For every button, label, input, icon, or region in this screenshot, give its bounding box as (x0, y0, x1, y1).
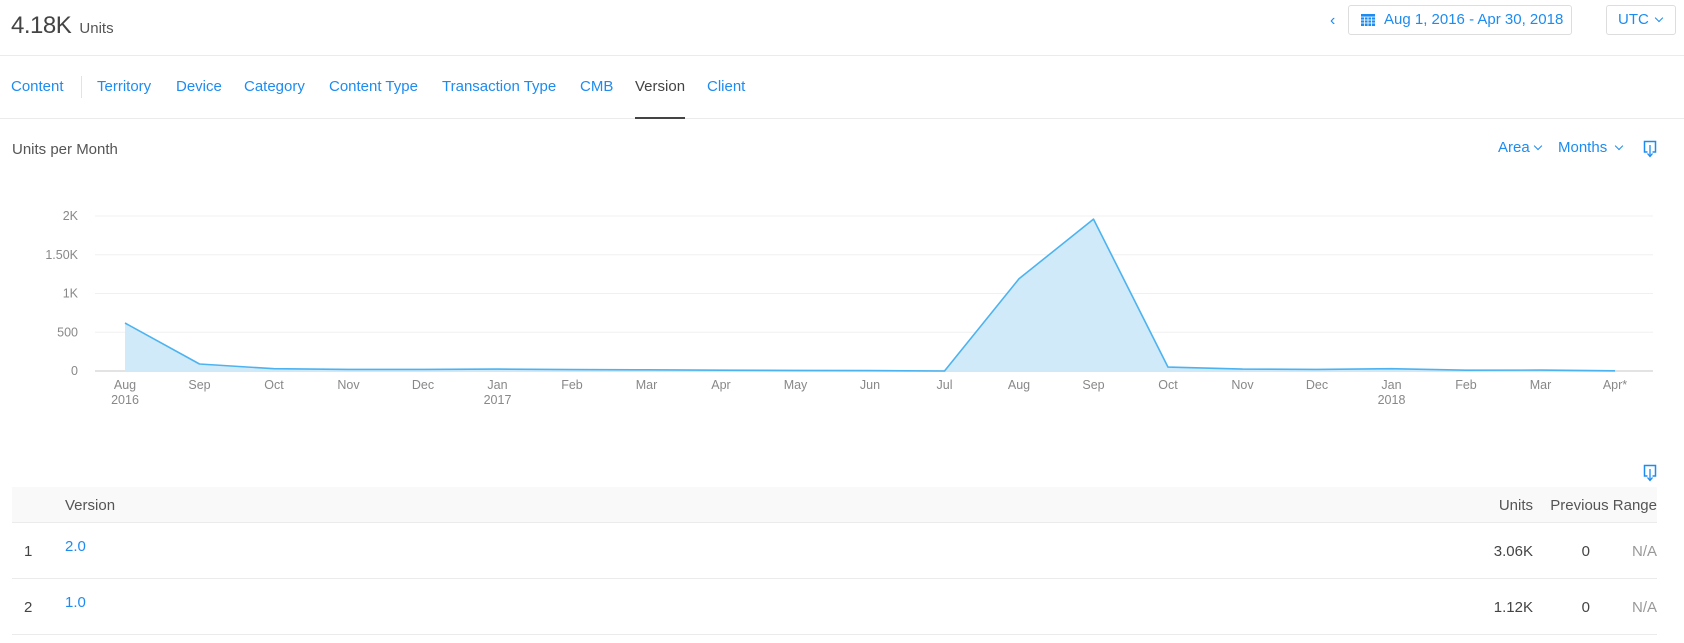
chart-gridlines (95, 215, 1653, 372)
x-tick-label: Aug (1008, 378, 1030, 392)
active-tab-indicator (635, 117, 685, 119)
column-header-units[interactable]: Units (1499, 497, 1533, 514)
dimension-tabs: Content Territory Device Category Conten… (0, 56, 1684, 119)
timezone-label: UTC (1618, 11, 1649, 28)
tab-category[interactable]: Category (244, 78, 305, 95)
change-value: N/A (1631, 543, 1657, 560)
total-units: 4.18K Units (11, 12, 114, 40)
x-tick-label: Sep (188, 378, 210, 392)
x-tick-label: Jan (487, 378, 507, 392)
units-area-chart: 05001K1.50K2K Aug2016Sep Oct Nov Dec Jan2017… (45, 209, 1653, 407)
table-row[interactable]: 1 2.0 3.06K 0 N/A (12, 523, 1657, 579)
y-tick-label: 2K (63, 209, 79, 223)
date-range-picker[interactable]: Aug 1, 2016 - Apr 30, 2018 (1348, 5, 1572, 35)
chart-title: Units per Month (12, 141, 118, 158)
y-axis-ticks: 0 500 1K 1.50K 2K (45, 209, 78, 378)
x-tick-label: Oct (1158, 378, 1178, 392)
version-link[interactable]: 1.0 (65, 594, 86, 611)
chevron-left-icon: ‹ (1330, 12, 1336, 29)
calendar-icon (1361, 14, 1375, 26)
row-rank: 1 (24, 543, 33, 560)
row-rank: 2 (24, 599, 33, 616)
date-range-label: Aug 1, 2016 - Apr 30, 2018 (1384, 11, 1564, 28)
version-link[interactable]: 2.0 (65, 538, 86, 555)
x-tick-label: Jun (860, 378, 880, 392)
download-icon[interactable] (1643, 140, 1657, 158)
x-tick-label: Feb (1455, 378, 1477, 392)
x-tick-year-label: 2018 (1378, 393, 1406, 407)
column-header-version[interactable]: Version (65, 497, 115, 514)
previous-range-value: 0 (1581, 599, 1590, 616)
series-area (125, 219, 1615, 371)
change-value: N/A (1631, 599, 1657, 616)
x-tick-label: Nov (1231, 378, 1254, 392)
x-tick-label: Mar (1530, 378, 1552, 392)
chevron-down-icon (1533, 141, 1542, 151)
tab-transaction-type[interactable]: Transaction Type (442, 78, 556, 95)
page-header: 4.18K Units ‹ Aug 1, 2016 - Apr 30, 2018… (0, 0, 1684, 56)
y-tick-label: 500 (57, 325, 78, 339)
x-tick-label: Mar (636, 378, 658, 392)
x-tick-label: May (784, 378, 808, 392)
x-tick-year-label: 2017 (484, 393, 512, 407)
timezone-dropdown[interactable]: UTC (1606, 5, 1676, 35)
chevron-down-icon (1614, 141, 1624, 151)
total-unit-label: Units (79, 20, 114, 37)
x-tick-label: Feb (561, 378, 583, 392)
tab-territory[interactable]: Territory (97, 78, 151, 95)
tab-content-type[interactable]: Content Type (329, 78, 418, 95)
x-tick-year-label: 2016 (111, 393, 139, 407)
table-row[interactable]: 2 1.0 1.12K 0 N/A (12, 579, 1657, 635)
tab-client[interactable]: Client (707, 78, 745, 95)
tab-cmb[interactable]: CMB (580, 78, 613, 95)
x-tick-label: Jan (1381, 378, 1401, 392)
chart-type-dropdown[interactable]: Area (1498, 139, 1542, 156)
x-axis-ticks: Aug2016Sep Oct Nov Dec Jan2017Feb Mar Apr May Ju… (111, 378, 1627, 407)
tab-content[interactable]: Content (11, 78, 64, 95)
x-tick-label: Apr (711, 378, 730, 392)
chart-series (124, 218, 1616, 372)
y-tick-label: 0 (71, 364, 78, 378)
tab-device[interactable]: Device (176, 78, 222, 95)
x-tick-label: Apr* (1603, 378, 1627, 392)
x-tick-label: Jul (937, 378, 953, 392)
previous-range-value: 0 (1581, 543, 1590, 560)
interval-label: Months (1558, 139, 1608, 156)
x-tick-label: Oct (264, 378, 284, 392)
table-download-icon[interactable] (1643, 464, 1657, 482)
y-tick-label: 1.50K (45, 248, 78, 262)
series-line (124, 218, 1616, 372)
column-header-previous-range[interactable]: Previous Range (1550, 497, 1657, 514)
tab-divider (81, 76, 82, 98)
chevron-down-icon (1654, 13, 1664, 23)
x-tick-label: Aug (114, 378, 136, 392)
table-header: Version Units Previous Range (12, 487, 1657, 523)
total-value: 4.18K (11, 12, 72, 39)
x-tick-label: Dec (1306, 378, 1328, 392)
x-tick-label: Dec (412, 378, 434, 392)
tab-version[interactable]: Version (635, 78, 685, 95)
interval-dropdown[interactable]: Months (1558, 139, 1624, 156)
previous-range-button[interactable]: ‹ (1330, 10, 1344, 32)
x-tick-label: Nov (337, 378, 360, 392)
units-value: 1.12K (1493, 599, 1533, 616)
x-tick-label: Sep (1082, 378, 1104, 392)
chart-type-label: Area (1498, 139, 1530, 156)
units-value: 3.06K (1493, 543, 1533, 560)
y-tick-label: 1K (63, 287, 79, 301)
